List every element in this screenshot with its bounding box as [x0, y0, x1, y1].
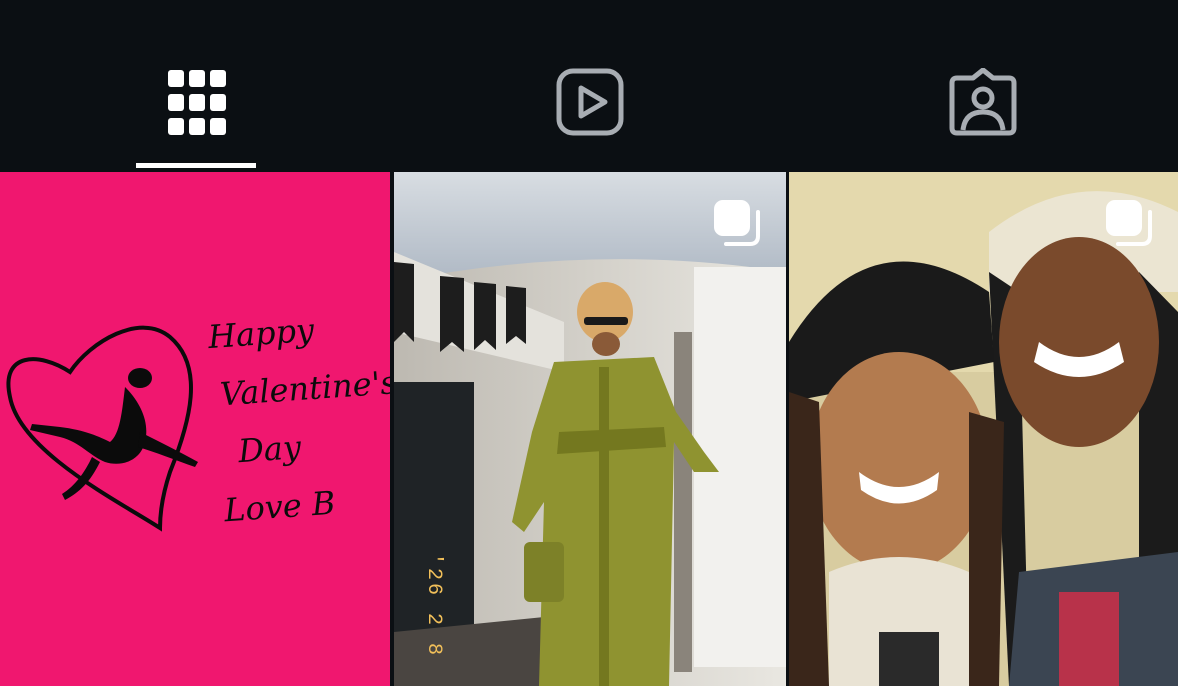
- green-coat-photo: [394, 172, 786, 686]
- valentine-line-2: Valentine's: [218, 363, 390, 414]
- friends-photo: [789, 172, 1178, 686]
- tagged-icon: [949, 68, 1017, 136]
- photo-date-stamp: '26 2 8: [422, 552, 445, 658]
- multiple-photos-icon: [1106, 200, 1152, 246]
- post-tile-friends[interactable]: [789, 172, 1178, 686]
- valentine-line-3: Day: [236, 427, 303, 471]
- reels-icon: [556, 68, 624, 136]
- tab-posts-grid[interactable]: [0, 0, 392, 172]
- valentine-text: Happy Valentine's Day Love B: [206, 296, 390, 539]
- active-tab-indicator: [136, 163, 256, 168]
- post-tile-green-coat[interactable]: '26 2 8: [394, 172, 786, 686]
- grid-icon: [168, 70, 226, 135]
- multiple-photos-icon: [714, 200, 760, 246]
- tab-tagged[interactable]: [788, 0, 1178, 172]
- valentine-line-4: Love B: [222, 483, 337, 530]
- post-tile-valentine[interactable]: Happy Valentine's Day Love B: [0, 172, 390, 686]
- posts-grid: Happy Valentine's Day Love B '26 2 8: [0, 172, 1178, 686]
- tab-reels[interactable]: [393, 0, 787, 172]
- profile-tab-bar: [0, 0, 1178, 172]
